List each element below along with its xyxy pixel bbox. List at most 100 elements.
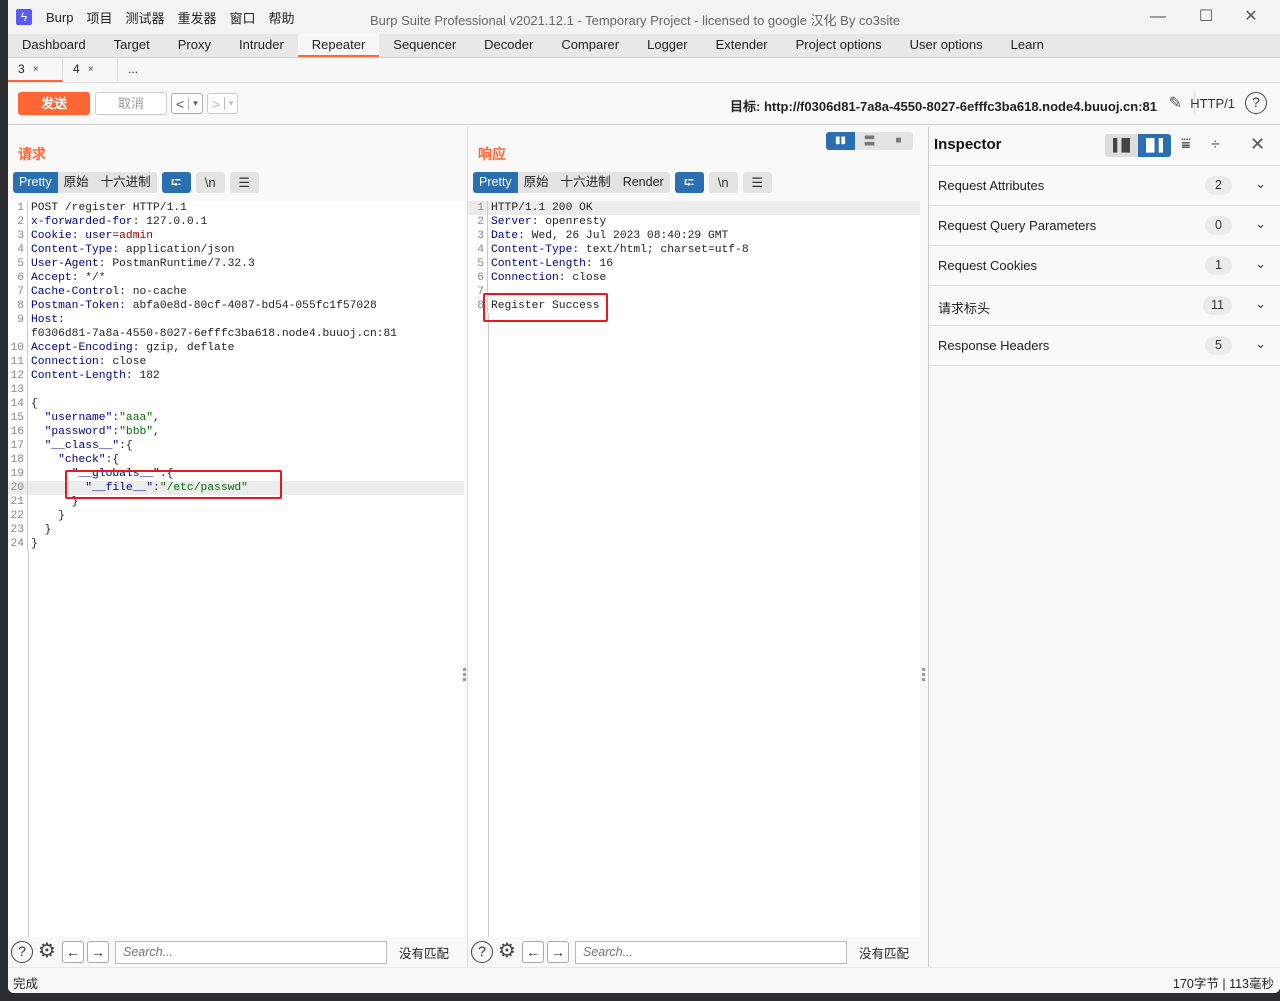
code-line: 23 } — [8, 523, 464, 537]
search-next-button[interactable]: → — [87, 941, 109, 963]
edit-target-icon[interactable]: ✎ — [1169, 93, 1182, 113]
split-horizontal-icon[interactable]: ▮▮ — [826, 132, 855, 150]
inspector-dock-right-icon[interactable]: █▐ — [1138, 134, 1171, 157]
caret-down-icon[interactable]: ▾ — [193, 98, 198, 109]
main-tab-repeater[interactable]: Repeater — [297, 34, 380, 57]
chevron-right-icon: > — [211, 95, 220, 112]
inspector-section[interactable]: Request Query Parameters 0 ⌄ — [929, 206, 1280, 246]
chevron-left-icon: < — [176, 95, 185, 112]
inspector-title: Inspector — [934, 136, 1002, 153]
section-label: Request Attributes — [938, 178, 1045, 193]
inspector-section[interactable]: Request Attributes 2 ⌄ — [929, 166, 1280, 206]
request-tab-raw[interactable]: 原始 — [58, 172, 95, 193]
help-icon[interactable]: ? — [1245, 92, 1267, 114]
cancel-button[interactable]: 取消 — [95, 92, 167, 115]
menu-icon[interactable]: ☰ — [742, 172, 772, 193]
chevron-down-icon[interactable]: ⌄ — [1255, 176, 1266, 192]
gear-icon[interactable]: ⚙ — [35, 940, 59, 964]
token: : abfa0e8d-80cf-4087-bd54-055fc1f57028 — [119, 300, 377, 312]
inspector-section[interactable]: Request Cookies 1 ⌄ — [929, 246, 1280, 286]
search-next-button[interactable]: → — [547, 941, 569, 963]
chevron-down-icon[interactable]: ⌄ — [1255, 296, 1266, 312]
caret-down-icon[interactable]: ▾ — [229, 98, 234, 109]
close-window-button[interactable]: ✕ — [1241, 6, 1261, 28]
chevron-down-icon[interactable]: ⌄ — [1255, 216, 1266, 232]
repeater-tab-3[interactable]: 3 × — [8, 58, 63, 82]
inspector-layout-toggle: ▌█ █▐ — [1105, 134, 1171, 157]
show-newlines-icon[interactable]: \n — [708, 172, 738, 193]
inspector-dock-left-icon[interactable]: ▌█ — [1105, 134, 1138, 157]
chevron-down-icon[interactable]: ⌄ — [1255, 336, 1266, 352]
history-forward-button[interactable]: > ▾ — [206, 93, 239, 114]
token: :{ — [119, 440, 133, 452]
request-tab-hex[interactable]: 十六进制 — [95, 172, 157, 193]
response-tab-render[interactable]: Render — [617, 172, 670, 193]
request-search-input[interactable] — [115, 940, 387, 964]
code-line: 17 "__class__":{ — [8, 439, 464, 453]
response-tab-raw[interactable]: 原始 — [518, 172, 555, 193]
main-tab-extender[interactable]: Extender — [702, 34, 782, 57]
token: } — [31, 510, 65, 522]
search-prev-button[interactable]: ← — [62, 941, 84, 963]
section-count-badge: 1 — [1205, 256, 1232, 275]
maximize-button[interactable]: ☐ — [1196, 6, 1216, 28]
main-tab-user-options[interactable]: User options — [896, 34, 997, 57]
close-tab-icon[interactable]: × — [33, 58, 39, 80]
response-tab-hex[interactable]: 十六进制 — [555, 172, 617, 193]
search-prev-button[interactable]: ← — [522, 941, 544, 963]
menu-help[interactable]: 帮助 — [269, 8, 295, 27]
request-title: 请求 — [18, 146, 46, 162]
expand-all-icon[interactable]: ⩸ — [1181, 136, 1191, 154]
inspector-resize-handle[interactable] — [922, 668, 926, 682]
menu-intruder[interactable]: 测试器 — [125, 8, 164, 27]
http-version-toggle[interactable]: HTTP/1 — [1190, 96, 1235, 111]
menu-project[interactable]: 项目 — [86, 8, 112, 27]
code-line: 24} — [8, 537, 464, 551]
main-tabs: Dashboard Target Proxy Intruder Repeater Sequ… — [8, 34, 1280, 58]
code-line: 6 Connection: close — [468, 271, 920, 285]
single-pane-icon[interactable]: ■ — [884, 132, 913, 150]
inspector-section[interactable]: Response Headers 5 ⌄ — [929, 326, 1280, 366]
help-icon[interactable]: ? — [11, 941, 33, 963]
history-back-button[interactable]: < ▾ — [171, 93, 203, 114]
repeater-tab-more[interactable]: ... — [118, 58, 158, 82]
response-tab-pretty[interactable]: Pretty — [473, 172, 518, 193]
main-tab-target[interactable]: Target — [100, 34, 164, 57]
line-number: 19 — [8, 467, 28, 481]
repeater-tab-4[interactable]: 4 × — [63, 58, 118, 82]
word-wrap-icon[interactable]: ⮓ — [674, 172, 704, 193]
main-tab-sequencer[interactable]: Sequencer — [379, 34, 470, 57]
main-tab-project-options[interactable]: Project options — [782, 34, 896, 57]
main-tab-comparer[interactable]: Comparer — [547, 34, 633, 57]
layout-toggle: ▮▮ 〓 ■ — [826, 132, 913, 150]
line-number: 1 — [8, 201, 28, 215]
main-tab-learn[interactable]: Learn — [997, 34, 1058, 57]
split-vertical-icon[interactable]: 〓 — [855, 132, 884, 150]
send-button[interactable]: 发送 — [18, 92, 90, 115]
main-tab-intruder[interactable]: Intruder — [225, 34, 298, 57]
minimize-button[interactable]: — — [1148, 6, 1168, 28]
main-tab-proxy[interactable]: Proxy — [164, 34, 225, 57]
gear-icon[interactable]: ⚙ — [495, 940, 519, 964]
close-inspector-icon[interactable]: ✕ — [1250, 134, 1265, 155]
help-icon[interactable]: ? — [471, 941, 493, 963]
main-tab-dashboard[interactable]: Dashboard — [8, 34, 100, 57]
main-tab-logger[interactable]: Logger — [633, 34, 701, 57]
word-wrap-icon[interactable]: ⮓ — [161, 172, 191, 193]
request-tab-pretty[interactable]: Pretty — [13, 172, 58, 193]
inspector-section[interactable]: 请求标头 11 ⌄ — [929, 286, 1280, 326]
menu-window[interactable]: 窗口 — [230, 8, 256, 27]
line-text: POST /register HTTP/1.1 — [28, 201, 187, 215]
line-number: 4 — [468, 243, 488, 257]
response-search-input[interactable] — [575, 940, 847, 964]
chevron-down-icon[interactable]: ⌄ — [1255, 256, 1266, 272]
collapse-all-icon[interactable]: ÷ — [1211, 136, 1220, 154]
menu-icon[interactable]: ☰ — [229, 172, 259, 193]
show-newlines-icon[interactable]: \n — [195, 172, 225, 193]
code-line: 11 Connection: close — [8, 355, 464, 369]
main-tab-decoder[interactable]: Decoder — [470, 34, 547, 57]
line-text: "__class__":{ — [28, 439, 133, 453]
menu-burp[interactable]: Burp — [46, 10, 73, 25]
close-tab-icon[interactable]: × — [88, 58, 94, 80]
menu-repeater[interactable]: 重发器 — [178, 8, 217, 27]
